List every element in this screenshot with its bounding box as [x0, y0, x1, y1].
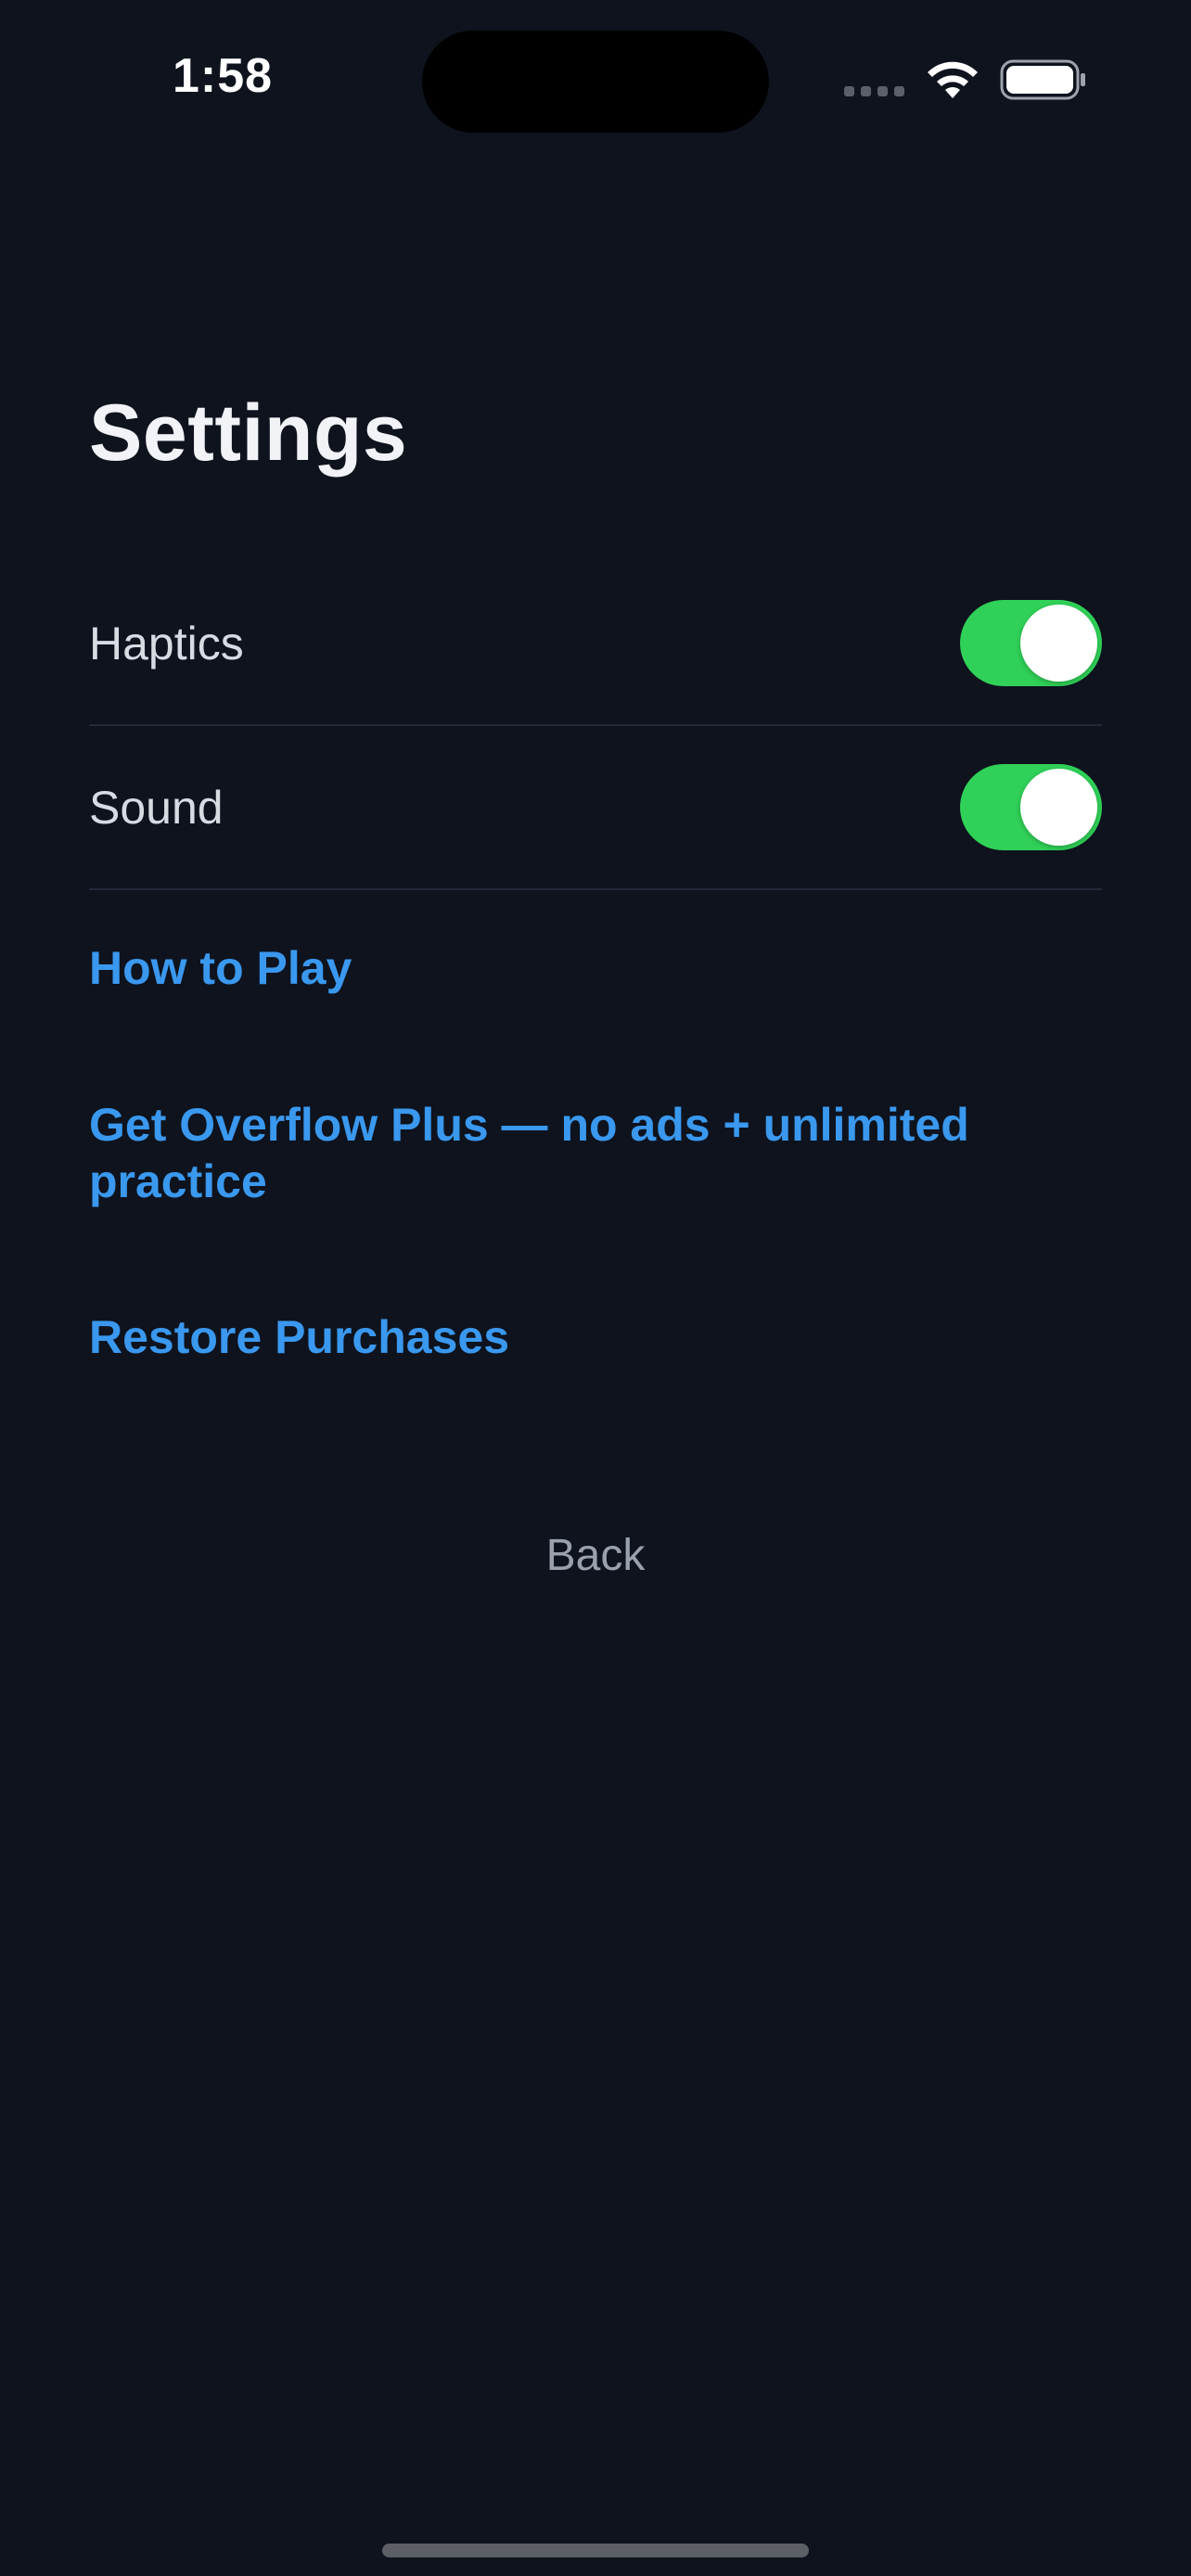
status-time: 1:58: [173, 49, 274, 103]
haptics-label: Haptics: [89, 617, 244, 670]
get-overflow-plus-link[interactable]: Get Overflow Plus — no ads + unlimited p…: [89, 1097, 1035, 1210]
haptics-row: Haptics: [89, 562, 1102, 726]
sound-toggle[interactable]: [960, 764, 1102, 850]
haptics-toggle[interactable]: [960, 600, 1102, 686]
cellular-signal-icon: [844, 86, 904, 96]
settings-screen: 1:58 Settings Haptics Sound How to Play …: [0, 0, 1191, 2576]
back-button[interactable]: Back: [0, 1530, 1191, 1581]
sound-row: Sound: [89, 726, 1102, 890]
dynamic-island: [422, 31, 769, 133]
toggle-knob: [1020, 605, 1097, 682]
sound-label: Sound: [89, 781, 224, 834]
how-to-play-link[interactable]: How to Play: [89, 940, 1035, 997]
wifi-icon: [928, 61, 978, 98]
page-title: Settings: [89, 389, 408, 478]
toggle-knob: [1020, 769, 1097, 846]
home-indicator[interactable]: [382, 2544, 809, 2557]
battery-icon: [1000, 59, 1085, 100]
restore-purchases-link[interactable]: Restore Purchases: [89, 1309, 1035, 1366]
